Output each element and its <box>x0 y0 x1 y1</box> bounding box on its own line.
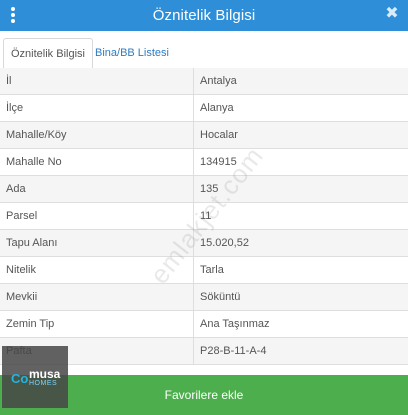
attribute-label: Mevkii <box>0 283 194 311</box>
attribute-value: Hocalar <box>193 121 408 149</box>
attribute-label: İl <box>0 68 194 95</box>
attribute-value: 11 <box>193 202 408 230</box>
attribute-table: İl Antalya İlçe Alanya Mahalle/Köy Hocalar … <box>0 68 408 365</box>
header-title: Öznitelik Bilgisi <box>152 7 256 24</box>
attribute-label: Zemin Tip <box>0 310 194 338</box>
attribute-label: Parsel <box>0 202 194 230</box>
attribute-value: Antalya <box>193 68 408 95</box>
table-row: Tapu Alanı 15.020,52 <box>0 229 408 257</box>
attribute-value: Söküntü <box>193 283 408 311</box>
logo-subtitle: HOMES <box>29 380 58 387</box>
table-row: Mahalle/Köy Hocalar <box>0 121 408 149</box>
tab-building-list[interactable]: Bina/BB Listesi <box>88 38 176 68</box>
table-row: İl Antalya <box>0 68 408 95</box>
table-row: Mahalle No 134915 <box>0 148 408 176</box>
tab-bar: Öznitelik Bilgisi Bina/BB Listesi <box>0 31 408 70</box>
attribute-value: 135 <box>193 175 408 203</box>
attribute-value: Ana Taşınmaz <box>193 310 408 338</box>
logo-name: musa <box>29 367 61 381</box>
table-row: İlçe Alanya <box>0 94 408 122</box>
table-row: Nitelik Tarla <box>0 256 408 284</box>
more-vertical-icon[interactable] <box>10 7 16 23</box>
attribute-label: Tapu Alanı <box>0 229 194 257</box>
attribute-value: Alanya <box>193 94 408 122</box>
attribute-label: İlçe <box>0 94 194 122</box>
attribute-label: Mahalle/Köy <box>0 121 194 149</box>
logo-mark: Co <box>11 371 29 386</box>
app-header: Öznitelik Bilgisi ✖ <box>0 0 408 31</box>
attribute-value: 134915 <box>193 148 408 176</box>
table-row: Parsel 11 <box>0 202 408 230</box>
brand-logo: Co musa HOMES <box>2 346 68 408</box>
attribute-label: Mahalle No <box>0 148 194 176</box>
table-row: Zemin Tip Ana Taşınmaz <box>0 310 408 338</box>
attribute-value: P28-B-11-A-4 <box>193 337 408 365</box>
attribute-value: 15.020,52 <box>193 229 408 257</box>
table-row: Ada 135 <box>0 175 408 203</box>
table-row: Mevkii Söküntü <box>0 283 408 311</box>
tab-attribute-info[interactable]: Öznitelik Bilgisi <box>3 38 93 70</box>
attribute-label: Nitelik <box>0 256 194 284</box>
attribute-value: Tarla <box>193 256 408 284</box>
attribute-label: Ada <box>0 175 194 203</box>
close-icon[interactable]: ✖ <box>385 6 399 22</box>
